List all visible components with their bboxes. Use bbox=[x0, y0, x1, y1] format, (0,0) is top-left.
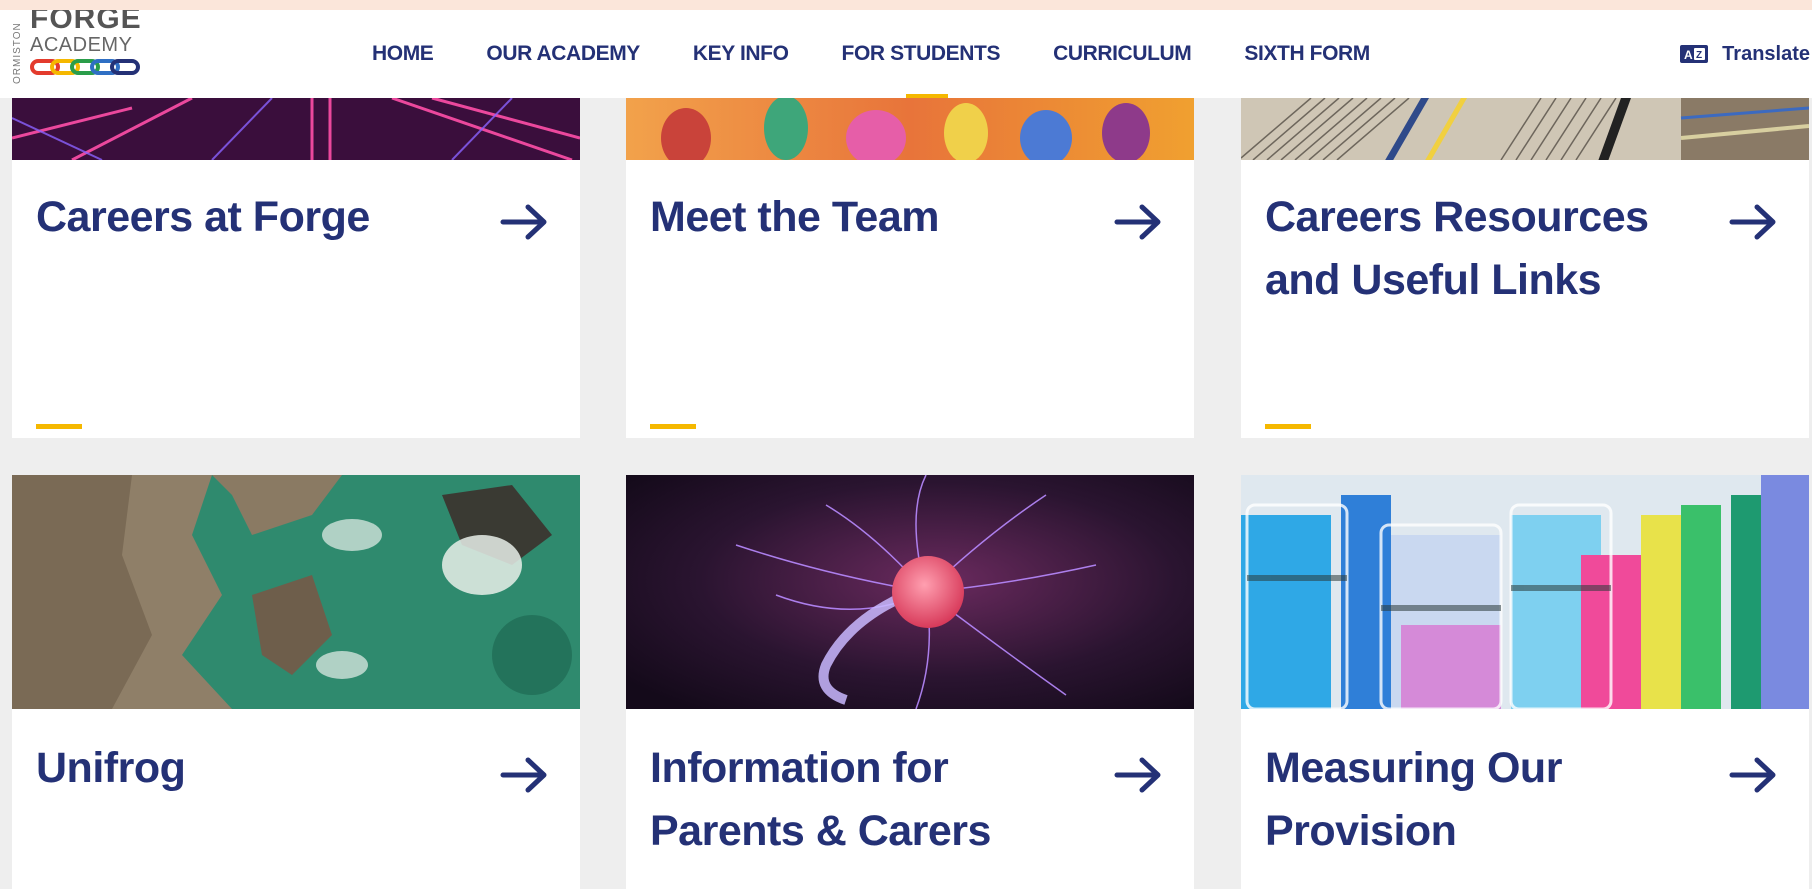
logo-subtitle: ACADEMY bbox=[30, 34, 133, 56]
nav-key-info[interactable]: KEY INFO bbox=[693, 10, 789, 98]
card-title: Information for Parents & Carers bbox=[650, 744, 991, 855]
card-accent-bar bbox=[650, 424, 696, 429]
card-accent-bar bbox=[36, 424, 82, 429]
translate-icon: A Z bbox=[1680, 45, 1709, 63]
site-header: ORMISTON FORGE ACADEMY HOME OUR ACADEMY … bbox=[0, 10, 1812, 98]
card-accent-bar bbox=[1265, 424, 1311, 429]
nav-home[interactable]: HOME bbox=[372, 10, 434, 98]
nav-sixth-form[interactable]: SIXTH FORM bbox=[1244, 10, 1370, 98]
card-title: Unifrog bbox=[36, 744, 186, 792]
arrow-right-icon bbox=[1729, 757, 1776, 793]
logo-name: FORGE bbox=[30, 10, 142, 35]
page: ORMISTON FORGE ACADEMY HOME OUR ACADEMY … bbox=[0, 10, 1812, 889]
card-careers-at-forge[interactable]: Careers at Forge bbox=[12, 98, 580, 438]
card-title: Measuring Our Provision bbox=[1265, 744, 1562, 855]
card-meet-the-team[interactable]: Meet the Team bbox=[626, 98, 1194, 438]
svg-text:Z: Z bbox=[1696, 50, 1702, 61]
nav-our-academy[interactable]: OUR ACADEMY bbox=[486, 10, 640, 98]
nav-for-students[interactable]: FOR STUDENTS bbox=[842, 10, 1000, 98]
main-nav: HOME OUR ACADEMY KEY INFO FOR STUDENTS C… bbox=[372, 10, 1423, 98]
plasma-ball-image bbox=[626, 475, 1194, 709]
academy-logo[interactable]: ORMISTON FORGE ACADEMY bbox=[12, 10, 142, 84]
card-careers-resources[interactable]: Careers Resources and Useful Links bbox=[1241, 98, 1809, 438]
painted-hands-image bbox=[626, 98, 1194, 160]
chain-links-icon bbox=[30, 59, 140, 75]
logo-side-text: ORMISTON bbox=[12, 22, 23, 84]
neon-light-lines-image bbox=[12, 98, 580, 160]
translate-label: Translate bbox=[1722, 42, 1810, 65]
test-tubes-image bbox=[1241, 475, 1809, 709]
card-title: Meet the Team bbox=[650, 193, 940, 241]
card-title: Careers Resources and Useful Links bbox=[1265, 193, 1649, 304]
arrow-right-icon bbox=[500, 204, 547, 240]
card-information-for-parents[interactable]: Information for Parents & Carers bbox=[626, 475, 1194, 889]
svg-text:A: A bbox=[1684, 48, 1693, 62]
card-unifrog[interactable]: Unifrog bbox=[12, 475, 580, 889]
card-title: Careers at Forge bbox=[36, 193, 370, 241]
card-measuring-our-provision[interactable]: Measuring Our Provision bbox=[1241, 475, 1809, 889]
book-pages-image bbox=[1241, 98, 1809, 160]
coastline-aerial-image bbox=[12, 475, 580, 709]
arrow-right-icon bbox=[1114, 204, 1161, 240]
nav-curriculum[interactable]: CURRICULUM bbox=[1053, 10, 1192, 98]
arrow-right-icon bbox=[500, 757, 547, 793]
arrow-right-icon bbox=[1114, 757, 1161, 793]
translate-button[interactable]: A Z Translate bbox=[1680, 10, 1810, 98]
arrow-right-icon bbox=[1729, 204, 1776, 240]
